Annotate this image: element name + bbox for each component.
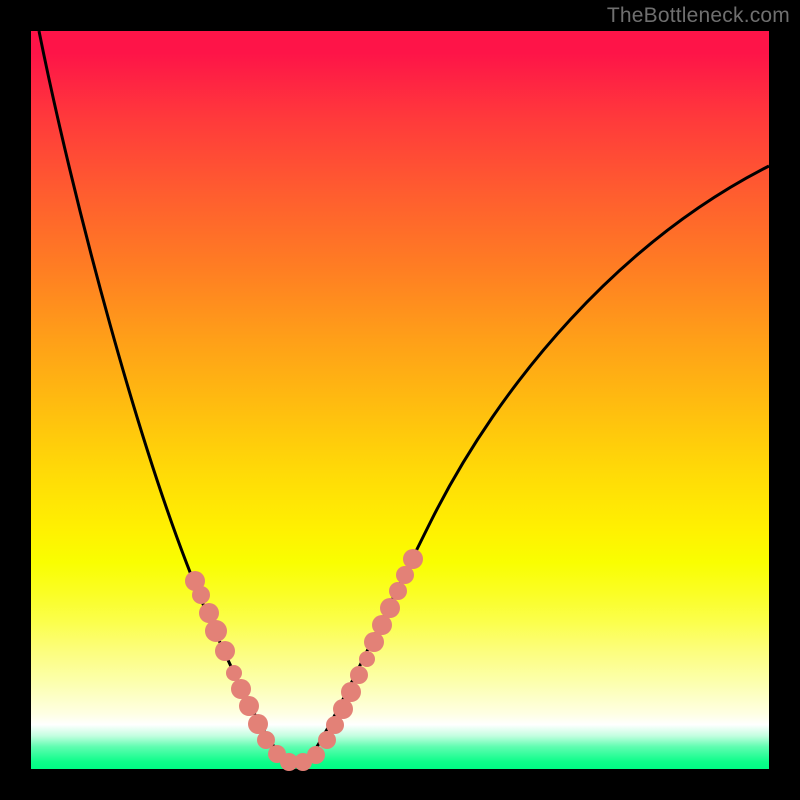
chart-frame: TheBottleneck.com [0, 0, 800, 800]
curve-svg [31, 31, 769, 769]
bottleneck-curve-left [39, 31, 289, 766]
plot-area [31, 31, 769, 769]
bottleneck-curve-right [304, 166, 769, 766]
bead-cluster-left [185, 571, 275, 749]
bead-cluster-bottom [268, 745, 325, 771]
watermark-text: TheBottleneck.com [607, 4, 790, 28]
bead-cluster-right [318, 549, 423, 749]
